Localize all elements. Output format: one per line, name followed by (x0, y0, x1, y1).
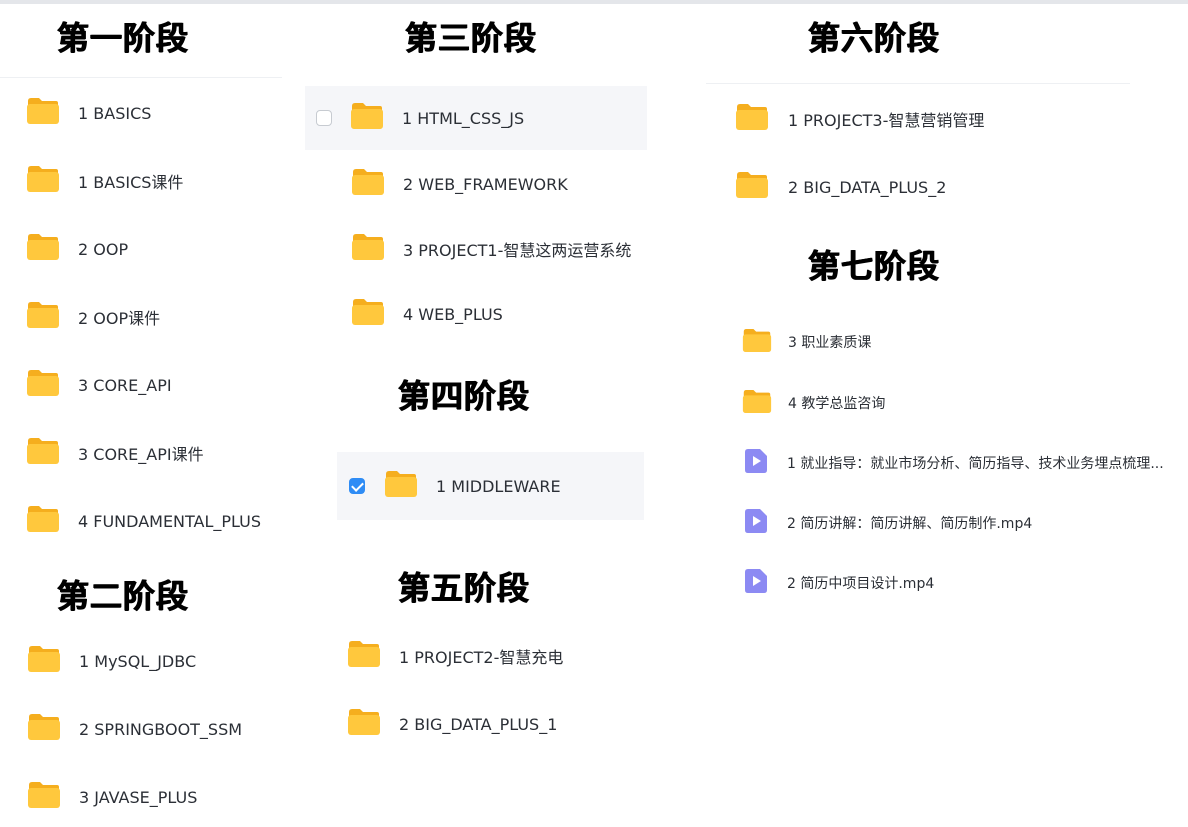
folder-row[interactable]: 3 CORE_API (0, 355, 282, 415)
folder-row[interactable]: 2 OOP课件 (0, 287, 282, 347)
video-file-icon (745, 449, 767, 477)
folder-row[interactable]: 3 CORE_API课件 (0, 423, 282, 483)
folder-name: 1 MySQL_JDBC (79, 651, 197, 671)
file-row[interactable]: 1 就业指导：就业市场分析、简历指导、技术业务埋点梳理... (706, 433, 1184, 493)
file-name: 2 简历讲解：简历讲解、简历制作.mp4 (787, 516, 1033, 532)
folder-row[interactable]: 4 WEB_PLUS (305, 284, 647, 344)
folder-row[interactable]: 1 HTML_CSS_JS (305, 86, 647, 150)
folder-row[interactable]: 3 JAVASE_PLUS (0, 767, 282, 827)
folder-name: 4 FUNDAMENTAL_PLUS (78, 511, 262, 531)
folder-icon (26, 301, 60, 333)
folder-icon (26, 437, 60, 469)
folder-name: 2 OOP课件 (78, 309, 161, 328)
folder-icon (351, 168, 385, 200)
folder-row[interactable]: 1 MySQL_JDBC (0, 631, 282, 691)
folder-name: 3 CORE_API课件 (78, 445, 204, 464)
folder-row[interactable]: 1 BASICS (0, 83, 282, 143)
folder-row[interactable]: 2 WEB_FRAMEWORK (305, 154, 647, 214)
folder-name: 1 BASICS (78, 103, 152, 123)
file-row[interactable]: 2 简历讲解：简历讲解、简历制作.mp4 (706, 493, 1184, 553)
stage-title-1: 第一阶段 (57, 19, 190, 57)
stage-title-5: 第五阶段 (398, 569, 531, 607)
folder-icon (384, 470, 418, 502)
folder-row[interactable]: 2 BIG_DATA_PLUS_1 (320, 694, 650, 754)
folder-row[interactable]: 1 PROJECT3-智慧营销管理 (706, 89, 1136, 149)
folder-icon (27, 645, 61, 677)
file-row[interactable]: 2 简历中项目设计.mp4 (706, 553, 1184, 613)
video-file-icon (745, 569, 767, 597)
folder-row[interactable]: 4 FUNDAMENTAL_PLUS (0, 491, 282, 551)
folder-row[interactable]: 2 OOP (0, 219, 282, 279)
folder-row[interactable]: 1 BASICS课件 (0, 151, 282, 211)
selected-checkbox[interactable] (349, 478, 365, 494)
stage-title-4: 第四阶段 (398, 377, 531, 415)
folder-icon (27, 713, 61, 745)
folder-name: 2 BIG_DATA_PLUS_1 (399, 714, 558, 734)
folder-name: 3 CORE_API (78, 375, 172, 395)
stage-title-2: 第二阶段 (57, 577, 190, 615)
folder-name: 1 PROJECT3-智慧营销管理 (788, 111, 985, 130)
folder-icon (26, 233, 60, 265)
stage-title-7: 第七阶段 (808, 247, 941, 285)
select-checkbox[interactable] (316, 110, 332, 126)
folder-name: 3 PROJECT1-智慧这两运营系统 (403, 241, 632, 260)
folder-name: 3 职业素质课 (788, 335, 872, 351)
stage-title-3: 第三阶段 (405, 19, 538, 57)
folder-name: 1 MIDDLEWARE (436, 476, 561, 496)
file-name: 1 就业指导：就业市场分析、简历指导、技术业务埋点梳理... (787, 456, 1164, 472)
folder-name: 1 BASICS课件 (78, 173, 184, 192)
folder-icon (735, 103, 769, 135)
folder-icon (27, 781, 61, 813)
folder-icon (742, 328, 772, 357)
folder-row[interactable]: 2 BIG_DATA_PLUS_2 (706, 157, 1136, 217)
folder-name: 2 BIG_DATA_PLUS_2 (788, 177, 947, 197)
folder-row[interactable]: 2 SPRINGBOOT_SSM (0, 699, 282, 759)
folder-name: 4 教学总监咨询 (788, 396, 886, 412)
folder-name: 4 WEB_PLUS (403, 304, 503, 324)
folder-row[interactable]: 3 职业素质课 (706, 312, 1184, 372)
folder-row[interactable]: 3 PROJECT1-智慧这两运营系统 (305, 219, 647, 279)
folder-name: 2 OOP (78, 239, 129, 259)
stage-title-6: 第六阶段 (808, 19, 941, 57)
folder-icon (26, 369, 60, 401)
folder-icon (350, 102, 384, 134)
top-border (0, 0, 1188, 4)
divider (706, 83, 1130, 84)
folder-name: 1 PROJECT2-智慧充电 (399, 648, 564, 667)
folder-name: 2 SPRINGBOOT_SSM (79, 719, 243, 739)
folder-name: 3 JAVASE_PLUS (79, 787, 198, 807)
divider (0, 77, 282, 78)
folder-icon (347, 708, 381, 740)
video-file-icon (745, 509, 767, 537)
folder-icon (742, 389, 772, 418)
folder-row[interactable]: 1 MIDDLEWARE (337, 452, 644, 520)
folder-icon (351, 233, 385, 265)
folder-icon (26, 165, 60, 197)
folder-row[interactable]: 1 PROJECT2-智慧充电 (320, 626, 650, 686)
folder-icon (347, 640, 381, 672)
folder-name: 1 HTML_CSS_JS (402, 108, 525, 128)
folder-icon (351, 298, 385, 330)
folder-icon (26, 505, 60, 537)
folder-icon (26, 97, 60, 129)
folder-name: 2 WEB_FRAMEWORK (403, 174, 568, 194)
folder-icon (735, 171, 769, 203)
folder-row[interactable]: 4 教学总监咨询 (706, 373, 1184, 433)
file-name: 2 简历中项目设计.mp4 (787, 576, 935, 592)
